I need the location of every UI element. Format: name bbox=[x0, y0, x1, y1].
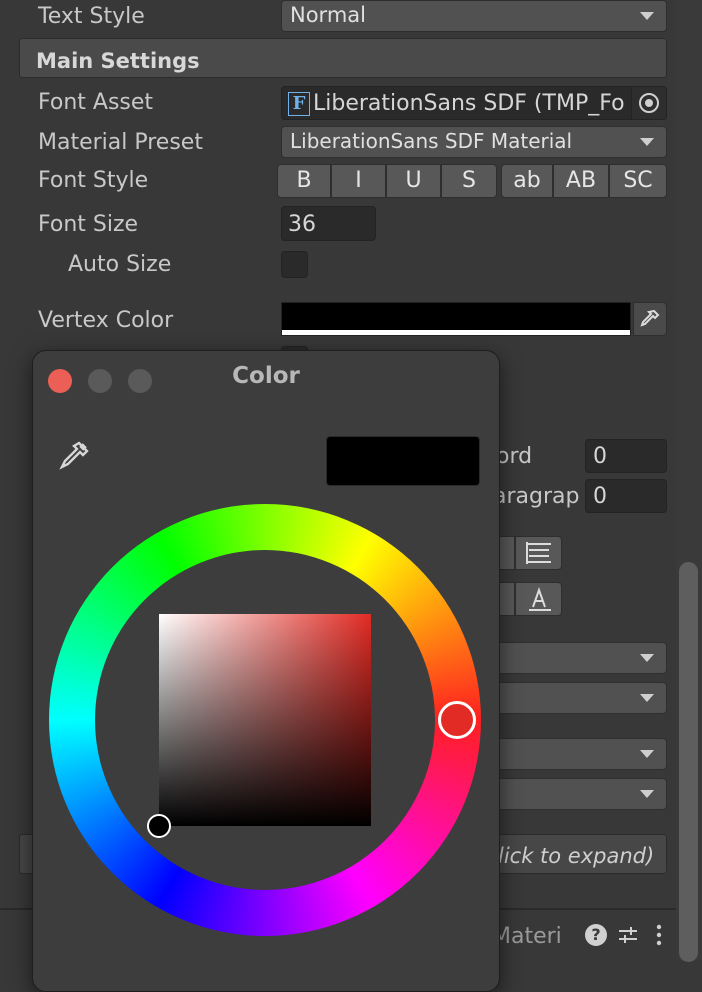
font-asset-icon: F bbox=[288, 92, 310, 116]
font-asset-field[interactable]: F LiberationSans SDF (TMP_Fo bbox=[281, 86, 667, 120]
paragraph-spacing-label: aragrap bbox=[493, 484, 580, 509]
underline-button[interactable]: U bbox=[386, 164, 441, 198]
eyedropper-icon[interactable] bbox=[53, 437, 93, 477]
hue-handle[interactable] bbox=[438, 701, 476, 739]
lowercase-button[interactable]: ab bbox=[501, 164, 553, 198]
scrollbar-thumb[interactable] bbox=[679, 562, 698, 962]
material-component-title: Materi bbox=[492, 924, 562, 949]
word-spacing-label: ord bbox=[496, 444, 533, 469]
smallcaps-button[interactable]: SC bbox=[609, 164, 667, 198]
overflow-dropdown[interactable] bbox=[490, 642, 667, 674]
uppercase-button[interactable]: AB bbox=[553, 164, 609, 198]
horizontal-mapping-dropdown[interactable] bbox=[490, 682, 667, 714]
color-picker-title: Color bbox=[232, 363, 300, 389]
word-spacing-input[interactable]: 0 bbox=[585, 439, 667, 473]
paragraph-spacing-input[interactable]: 0 bbox=[585, 479, 667, 513]
alpha-bar bbox=[282, 330, 630, 335]
chevron-down-icon bbox=[640, 654, 654, 662]
current-color-swatch bbox=[326, 436, 480, 486]
saturation-value-square[interactable] bbox=[159, 614, 371, 826]
strikethrough-button[interactable]: S bbox=[441, 164, 497, 198]
main-settings-header[interactable]: Main Settings bbox=[19, 38, 667, 78]
text-style-value: Normal bbox=[290, 3, 366, 27]
italic-button[interactable]: I bbox=[331, 164, 386, 198]
chevron-down-icon bbox=[640, 12, 654, 20]
auto-size-label: Auto Size bbox=[68, 252, 172, 277]
object-picker-icon[interactable] bbox=[631, 87, 666, 119]
chevron-down-icon bbox=[640, 138, 654, 146]
font-size-label: Font Size bbox=[38, 212, 139, 237]
more-icon[interactable] bbox=[654, 924, 664, 946]
align-flush-icon[interactable] bbox=[515, 536, 562, 570]
align-geometry-icon[interactable] bbox=[515, 582, 562, 616]
font-style-label: Font Style bbox=[38, 168, 149, 193]
font-asset-value: LiberationSans SDF (TMP_Fo bbox=[313, 91, 625, 116]
chevron-down-icon bbox=[640, 694, 654, 702]
font-asset-label: Font Asset bbox=[38, 90, 154, 115]
bold-button[interactable]: B bbox=[277, 164, 331, 198]
auto-size-checkbox[interactable] bbox=[281, 251, 308, 278]
material-preset-dropdown[interactable]: LiberationSans SDF Material bbox=[281, 126, 667, 158]
vertical-mapping-dropdown[interactable] bbox=[490, 738, 667, 770]
font-size-input[interactable]: 36 bbox=[281, 206, 376, 241]
preset-icon[interactable] bbox=[617, 924, 639, 946]
eyedropper-icon[interactable] bbox=[633, 302, 667, 336]
material-preset-label: Material Preset bbox=[38, 130, 203, 155]
vertex-color-label: Vertex Color bbox=[38, 308, 174, 333]
text-style-label: Text Style bbox=[38, 4, 145, 29]
render-mode-dropdown[interactable] bbox=[490, 778, 667, 810]
help-icon[interactable]: ? bbox=[585, 924, 607, 946]
extra-settings-hint: lick to expand) bbox=[498, 844, 655, 868]
main-settings-title: Main Settings bbox=[36, 49, 200, 73]
color-picker-window: Color bbox=[32, 350, 500, 992]
vertex-color-swatch[interactable] bbox=[281, 302, 631, 336]
chevron-down-icon bbox=[640, 790, 654, 798]
saturation-value-handle[interactable] bbox=[147, 814, 171, 838]
material-preset-value: LiberationSans SDF Material bbox=[290, 129, 573, 153]
chevron-down-icon bbox=[640, 750, 654, 758]
text-style-dropdown[interactable]: Normal bbox=[281, 0, 667, 32]
